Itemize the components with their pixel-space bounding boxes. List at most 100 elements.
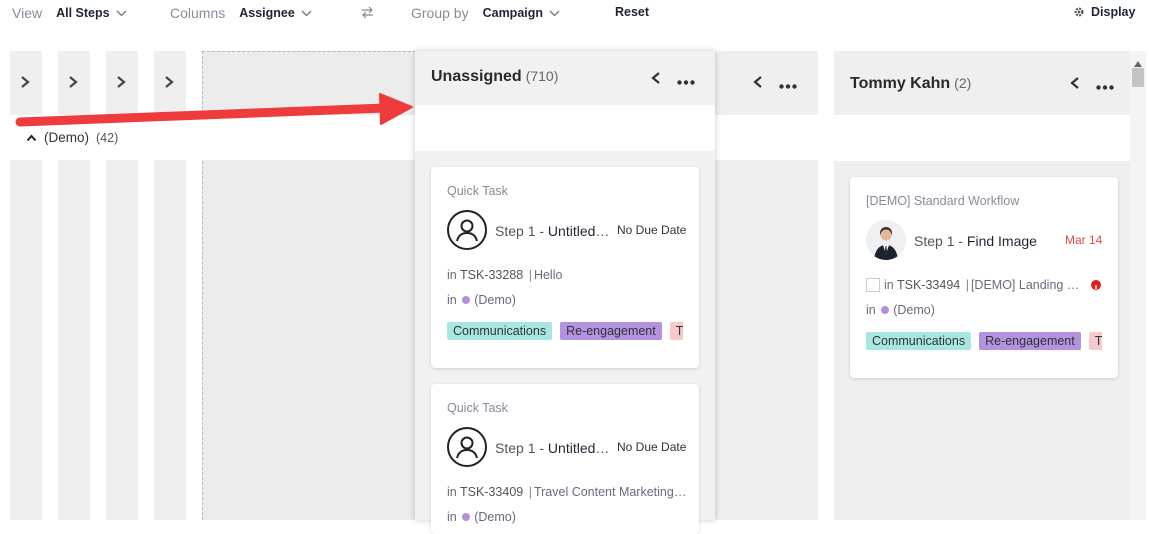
avatar [866, 220, 906, 260]
column-tommy-kahn: Tommy Kahn (2) [DEMO] Standard Workflow S… [834, 51, 1130, 520]
columns-value[interactable]: Assignee [239, 6, 295, 20]
group-value[interactable]: Campaign [483, 6, 543, 20]
task-title[interactable]: Travel Content Marketing Plan [534, 485, 687, 499]
chevron-right-icon[interactable] [67, 75, 79, 94]
view-selector[interactable]: View All Steps [12, 5, 127, 21]
campaign-name: (Demo) [474, 510, 516, 524]
more-icon[interactable] [677, 72, 695, 90]
column-title: Unassigned (710) [431, 68, 558, 86]
tag[interactable]: Re-engagement [560, 322, 662, 340]
chevron-right-icon[interactable] [163, 75, 175, 94]
task-reference[interactable]: in TSK-33409 | Travel Content Marketing P… [447, 485, 687, 499]
scrollbar-thumb[interactable] [1132, 68, 1144, 87]
task-reference[interactable]: in TSK-33494 | [DEMO] Landing Page [866, 278, 1086, 292]
task-id[interactable]: TSK-33494 [897, 278, 960, 292]
task-card[interactable]: [DEMO] Standard Workflow Step 1 - Find I… [850, 177, 1118, 378]
group-label: Group by [411, 5, 469, 21]
step-title: Untitled Step [547, 440, 611, 456]
campaign-dot [462, 296, 471, 304]
alert-icon [1091, 280, 1101, 292]
column-title: Tommy Kahn (2) [850, 75, 971, 93]
chevron-right-icon[interactable] [115, 75, 127, 94]
task-id[interactable]: TSK-33409 [460, 485, 523, 499]
step-prefix: Step 1 - [495, 223, 548, 239]
column-unassigned: Unassigned (710) Quick Task Step 1 - Unti… [415, 51, 715, 534]
column-count: (710) [525, 68, 559, 84]
view-label: View [12, 5, 43, 21]
columns-selector[interactable]: Columns Assignee [170, 5, 312, 21]
step-title: Find Image [966, 233, 1037, 249]
tag-list: Communications Re-engagement The [447, 322, 683, 340]
display-label[interactable]: Display [1091, 5, 1135, 19]
tag[interactable]: Communications [447, 322, 553, 340]
due-date: No Due Date [617, 223, 687, 237]
tag[interactable]: The [669, 322, 683, 340]
task-kind: Quick Task [447, 184, 508, 198]
step-prefix: Step 1 - [914, 233, 967, 249]
reset-button[interactable]: Reset [615, 5, 649, 19]
chevron-down-icon[interactable] [549, 10, 560, 17]
user-outline-icon [447, 210, 487, 250]
group-count: (42) [96, 130, 119, 145]
gear-icon[interactable] [1073, 6, 1085, 18]
step-name[interactable]: Step 1 - Untitled Step [495, 223, 611, 239]
campaign-dot [881, 306, 890, 314]
step-prefix: Step 1 - [495, 440, 548, 456]
step-name[interactable]: Step 1 - Find Image [914, 233, 1054, 249]
chevron-down-icon[interactable] [116, 10, 127, 17]
more-icon[interactable] [779, 76, 797, 94]
display-button[interactable]: Display [1073, 5, 1135, 19]
tag[interactable]: Communications [866, 332, 972, 350]
task-card[interactable]: Quick Task Step 1 - Untitled Step No Due… [431, 384, 699, 534]
task-kind: Quick Task [447, 401, 508, 415]
task-reference[interactable]: in TSK-33288 | Hello [447, 268, 687, 282]
column-header-actions [753, 75, 797, 94]
task-title[interactable]: [DEMO] Landing Page [971, 278, 1086, 292]
column-header-actions [651, 71, 695, 90]
group-toggle[interactable]: (Demo) (42) [26, 130, 118, 145]
campaign-line: in (Demo) [447, 510, 516, 524]
broken-image-icon [866, 278, 880, 292]
ref-prefix: in [447, 485, 457, 499]
tag-list: Communications Re-engagement The [866, 332, 1102, 350]
due-date: Mar 14 [1065, 233, 1103, 247]
group-band [415, 105, 715, 151]
swap-icon[interactable] [360, 6, 375, 19]
view-value[interactable]: All Steps [56, 6, 110, 20]
chevron-left-icon[interactable] [753, 75, 763, 94]
toolbar: View All Steps Columns Assignee Group by… [0, 0, 1152, 26]
campaign-prefix: in [447, 510, 457, 524]
campaign-name: (Demo) [474, 293, 516, 307]
more-icon[interactable] [1096, 77, 1114, 95]
column-header: Unassigned (710) [415, 51, 715, 105]
ref-prefix: in [447, 268, 457, 282]
tag[interactable]: The [1088, 332, 1102, 350]
columns-label: Columns [170, 5, 226, 21]
group-band [834, 115, 1130, 161]
campaign-line: in (Demo) [447, 293, 516, 307]
chevron-right-icon[interactable] [19, 75, 31, 94]
step-name[interactable]: Step 1 - Untitled Step [495, 440, 611, 456]
column-count: (2) [954, 75, 972, 91]
campaign-name: (Demo) [893, 303, 935, 317]
campaign-prefix: in [447, 293, 457, 307]
swap-button[interactable] [360, 6, 375, 19]
campaign-line: in (Demo) [866, 303, 935, 317]
column-body [715, 160, 818, 520]
task-title[interactable]: Hello [534, 268, 563, 282]
tag[interactable]: Re-engagement [979, 332, 1081, 350]
chevron-left-icon[interactable] [651, 71, 661, 90]
ref-prefix: in [884, 278, 894, 292]
column-header: Tommy Kahn (2) [834, 51, 1130, 115]
chevron-down-icon[interactable] [301, 10, 312, 17]
task-id[interactable]: TSK-33288 [460, 268, 523, 282]
column-title-text: Unassigned [431, 68, 522, 85]
reset-label[interactable]: Reset [615, 5, 649, 19]
chevron-left-icon[interactable] [1070, 76, 1080, 95]
step-title: Untitled Step [547, 223, 611, 239]
task-card[interactable]: Quick Task Step 1 - Untitled Step No Due… [431, 167, 699, 368]
campaign-prefix: in [866, 303, 876, 317]
chevron-up-icon[interactable] [26, 130, 37, 145]
vertical-scrollbar[interactable] [1130, 51, 1146, 520]
group-selector[interactable]: Group by Campaign [411, 5, 560, 21]
